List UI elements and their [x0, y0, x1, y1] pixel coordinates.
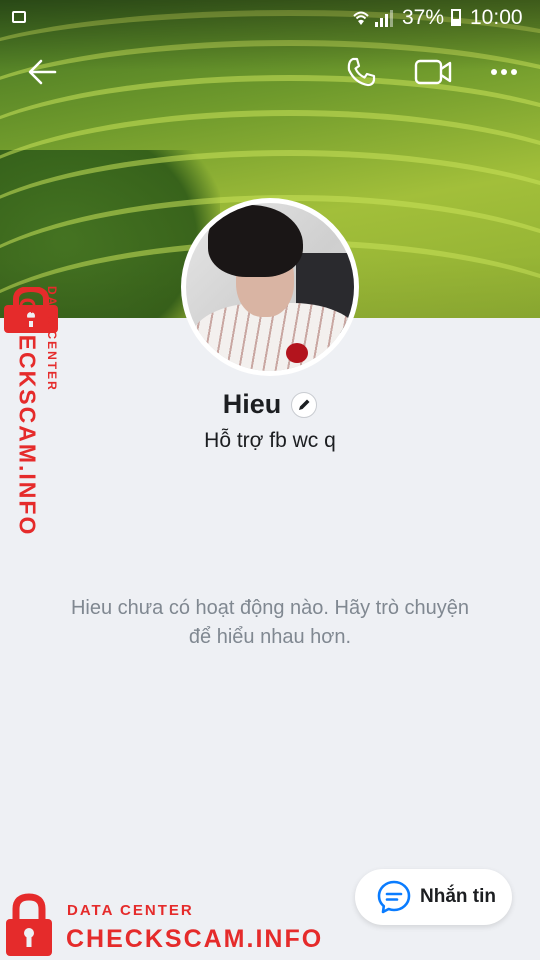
watermark-bottom-line2: CHECKSCAM.INFO [66, 925, 324, 953]
battery-percent: 37% [402, 6, 445, 29]
video-call-icon [414, 59, 452, 85]
message-bubble-icon [377, 880, 411, 914]
wifi-icon [353, 11, 369, 25]
edit-nickname-button[interactable] [291, 391, 318, 418]
watermark-vertical: DATA CENTER CHECKSCAM.INFO [2, 286, 60, 552]
watermark-vertical-line2: CHECKSCAM.INFO [14, 297, 41, 537]
battery-icon [451, 9, 461, 26]
back-arrow-icon [28, 59, 57, 85]
send-message-button[interactable]: Nhắn tin [355, 869, 512, 925]
image-notification-icon [12, 11, 26, 23]
lock-icon [6, 893, 52, 956]
more-options-icon [491, 69, 517, 75]
phone-call-icon [347, 57, 376, 87]
signal-icon [375, 10, 393, 27]
pencil-icon [299, 399, 310, 410]
watermark-bottom: DATA CENTER CHECKSCAM.INFO [4, 889, 334, 959]
profile-name-row: Hieu [0, 389, 540, 420]
voice-call-button[interactable] [341, 52, 381, 92]
more-options-button[interactable] [484, 52, 524, 92]
watermark-bottom-line1: DATA CENTER [67, 902, 194, 919]
clock: 10:00 [470, 6, 523, 29]
back-button[interactable] [22, 52, 62, 92]
video-call-button[interactable] [413, 52, 453, 92]
status-bar: 37% 10:00 [0, 0, 540, 36]
empty-activity-message: Hieu chưa có hoạt động nào. Hãy trò chuy… [70, 597, 470, 648]
profile-name: Hieu [222, 389, 282, 419]
send-message-label: Nhắn tin [420, 886, 496, 907]
profile-subtitle: Hỗ trợ fb wc q [204, 429, 336, 452]
profile-avatar[interactable] [181, 198, 359, 376]
watermark-vertical-line1: DATA CENTER [45, 286, 59, 392]
